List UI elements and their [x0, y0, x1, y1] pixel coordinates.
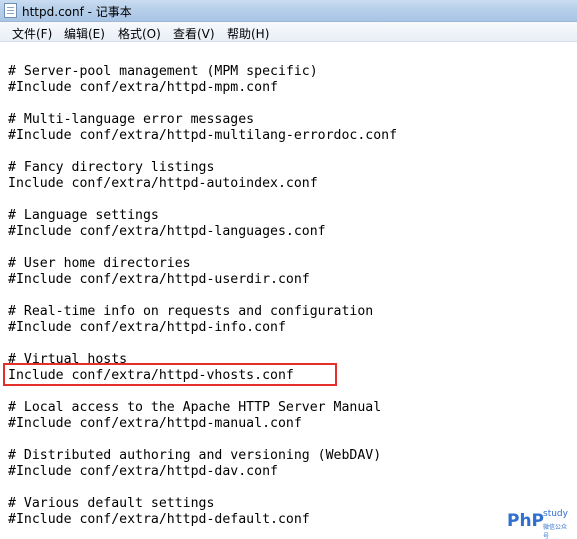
text-line: # Multi-language error messages — [8, 112, 255, 127]
menu-edit[interactable]: 编辑(E) — [64, 25, 105, 42]
notepad-window: httpd.conf - 记事本 文件(F) 编辑(E) 格式(O) 查看(V)… — [0, 0, 577, 539]
menu-view[interactable]: 查看(V) — [173, 25, 215, 42]
menu-format[interactable]: 格式(O) — [118, 25, 161, 42]
text-line: #Include conf/extra/httpd-default.conf — [8, 512, 310, 527]
notepad-icon — [4, 3, 17, 18]
text-line: #Include conf/extra/httpd-manual.conf — [8, 416, 302, 431]
text-line: #Include conf/extra/httpd-languages.conf — [8, 224, 326, 239]
text-line: # Language settings — [8, 208, 159, 223]
text-line: # Local access to the Apache HTTP Server… — [8, 400, 382, 415]
php-study-watermark: PhP study 微信公众号 — [507, 509, 571, 539]
text-line: #Include conf/extra/httpd-info.conf — [8, 320, 286, 335]
title-bar[interactable]: httpd.conf - 记事本 — [0, 0, 577, 22]
window-title: httpd.conf - 记事本 — [22, 5, 132, 19]
text-line: # Fancy directory listings — [8, 160, 215, 175]
text-editor-area[interactable]: # Server-pool management (MPM specific) … — [0, 42, 577, 539]
watermark-brand: PhP — [507, 511, 545, 531]
text-line: # Server-pool management (MPM specific) — [8, 64, 318, 79]
text-line: # Distributed authoring and versioning (… — [8, 448, 382, 463]
menu-bar: 文件(F) 编辑(E) 格式(O) 查看(V) 帮助(H) — [0, 22, 577, 42]
text-line: # User home directories — [8, 256, 191, 271]
watermark-word: study — [543, 509, 568, 519]
text-line: #Include conf/extra/httpd-multilang-erro… — [8, 128, 398, 143]
text-line: #Include conf/extra/httpd-dav.conf — [8, 464, 278, 479]
text-line: Include conf/extra/httpd-autoindex.conf — [8, 176, 318, 191]
text-line: # Various default settings — [8, 496, 215, 511]
text-line: #Include conf/extra/httpd-mpm.conf — [8, 80, 278, 95]
text-line: #Include conf/extra/httpd-userdir.conf — [8, 272, 310, 287]
watermark-sub: 微信公众号 — [543, 524, 568, 539]
text-line: # Real-time info on requests and configu… — [8, 304, 374, 319]
menu-file[interactable]: 文件(F) — [12, 25, 52, 42]
menu-help[interactable]: 帮助(H) — [227, 25, 269, 42]
highlight-annotation-box — [3, 363, 337, 386]
